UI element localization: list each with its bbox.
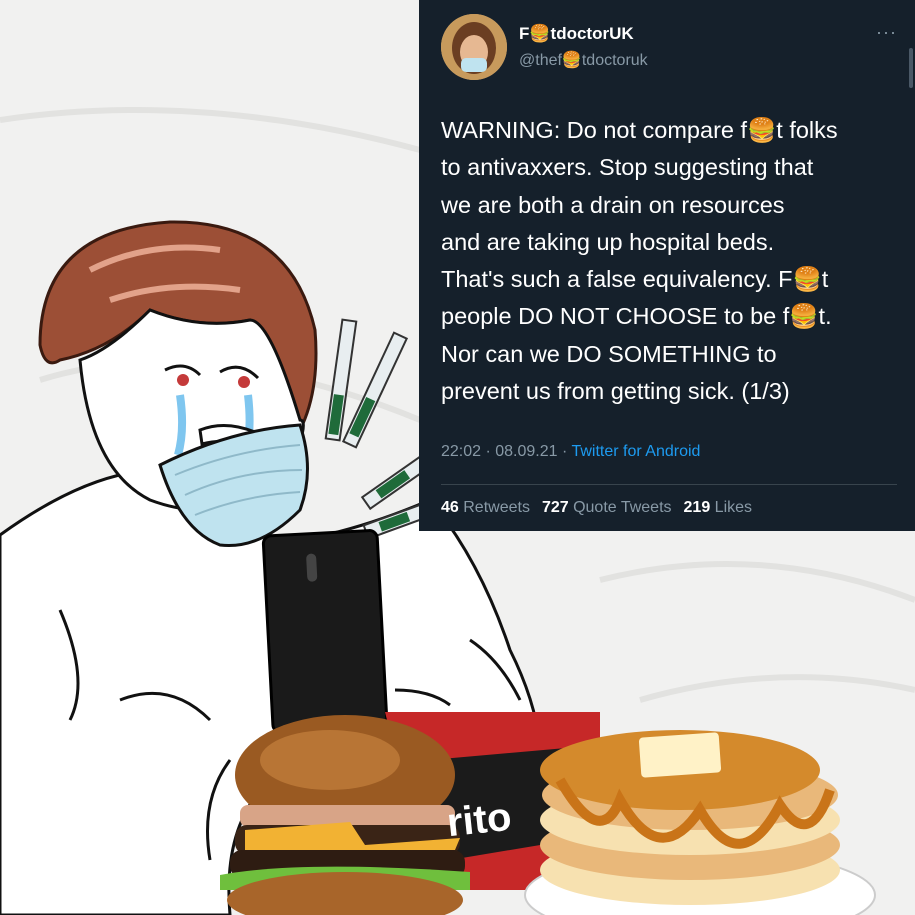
- likes-count: 219: [683, 499, 711, 516]
- tweet-line: people DO NOT CHOOSE to be f🍔t.: [441, 303, 832, 330]
- tweet-line: prevent us from getting sick. (1/3): [441, 378, 790, 405]
- tweet-text: WARNING: Do not compare f🍔t folks to ant…: [441, 112, 909, 410]
- tweet-line: Nor can we DO SOMETHING to: [441, 340, 777, 367]
- quote-tweets-label: Quote Tweets: [568, 499, 672, 516]
- tweet-line: That's such a false equivalency. F🍔t: [441, 266, 829, 293]
- scrollbar[interactable]: [909, 48, 913, 88]
- tweet-source-link[interactable]: Twitter for Android: [571, 443, 700, 460]
- quote-tweets-stat[interactable]: 727 Quote Tweets: [542, 499, 672, 516]
- tweet-stats: 46 Retweets 727 Quote Tweets 219 Likes: [441, 499, 752, 517]
- right-eye: [238, 376, 250, 388]
- quote-tweets-count: 727: [541, 499, 569, 516]
- tweet-line: to antivaxxers. Stop suggesting that: [441, 154, 814, 181]
- tweet-line: we are both a drain on resources: [441, 191, 785, 218]
- likes-stat[interactable]: 219 Likes: [684, 499, 753, 516]
- avatar[interactable]: [441, 14, 507, 80]
- user-handle[interactable]: @thef🍔tdoctoruk: [519, 50, 648, 70]
- more-dots-icon[interactable]: ···: [876, 22, 897, 43]
- likes-label: Likes: [710, 499, 753, 516]
- phone-camera: [306, 553, 318, 582]
- tweet-line: and are taking up hospital beds.: [441, 228, 775, 255]
- retweets-stat[interactable]: 46 Retweets: [441, 499, 530, 516]
- burger: [220, 715, 470, 915]
- chip-bag-brand: rito: [444, 794, 514, 846]
- retweets-label: Retweets: [458, 499, 530, 516]
- left-eye: [177, 374, 189, 386]
- display-name[interactable]: F🍔tdoctorUK: [519, 24, 634, 44]
- tweet-card: F🍔tdoctorUK @thef🍔tdoctoruk ··· WARNING:…: [419, 0, 915, 531]
- smartphone: [261, 529, 389, 734]
- retweets-count: 46: [441, 499, 459, 516]
- tweet-line: WARNING: Do not compare f🍔t folks: [441, 117, 838, 143]
- tweet-timestamp[interactable]: 22:02 · 08.09.21 ·: [441, 443, 571, 460]
- divider: [441, 484, 897, 485]
- tweet-meta: 22:02 · 08.09.21 · Twitter for Android: [441, 443, 700, 461]
- avatar-image: [441, 14, 507, 80]
